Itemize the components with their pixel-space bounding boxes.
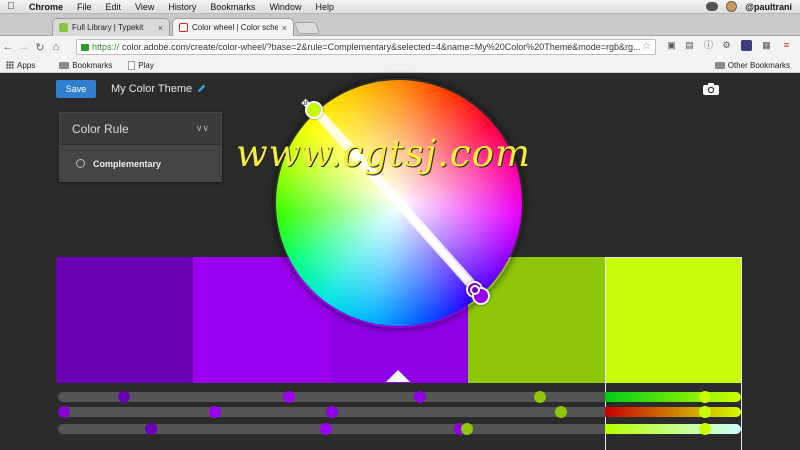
chevron-down-icon[interactable]: ∨∨ — [196, 123, 209, 134]
bookmarks-bar: Apps Bookmarks Play Other Bookmarks — [0, 58, 800, 73]
menu-file[interactable]: File — [70, 2, 99, 12]
menu-window[interactable]: Window — [262, 2, 308, 12]
menu-help[interactable]: Help — [308, 2, 341, 12]
bookmark-star-icon[interactable]: ☆ — [642, 41, 651, 52]
menu-app-chrome[interactable]: Chrome — [22, 2, 70, 12]
bookmark-label: Other Bookmarks — [727, 60, 790, 70]
tab-color-wheel[interactable]: Color wheel | Color schem × — [172, 18, 294, 36]
user-name[interactable]: @paultrani — [745, 2, 792, 12]
theme-name[interactable]: My Color Theme — [111, 83, 192, 95]
slider-knob[interactable] — [698, 391, 711, 403]
tab-close-icon[interactable]: × — [282, 23, 287, 33]
extension-icon[interactable]: ▤ — [684, 40, 695, 51]
bookmark-folder-bookmarks[interactable]: Bookmarks — [59, 61, 112, 70]
color-rule-header[interactable]: Color Rule ∨∨ — [60, 113, 221, 145]
selected-swatch-divider — [741, 383, 742, 450]
screen:  Chrome File Edit View History Bookmark… — [0, 0, 800, 450]
extension-window-icon[interactable]: ▦ — [761, 40, 772, 51]
color-swatch[interactable] — [605, 257, 742, 383]
watermark: www.cgtsj.com — [236, 132, 531, 175]
reload-icon[interactable]: ↻ — [32, 41, 48, 54]
menu-history[interactable]: History — [161, 2, 203, 12]
bookmark-label: Apps — [17, 60, 36, 70]
cast-icon[interactable]: ▣ — [666, 40, 677, 51]
folder-icon — [714, 61, 725, 69]
bookmark-play[interactable]: Play — [128, 60, 154, 70]
base-color-marker — [386, 370, 410, 382]
color-rule-panel: Color Rule ∨∨ Complementary — [59, 112, 222, 182]
menu-bookmarks[interactable]: Bookmarks — [203, 2, 262, 12]
forward-icon[interactable]: → — [16, 41, 32, 53]
creative-cloud-icon[interactable] — [706, 2, 719, 11]
bookmark-label: Play — [138, 60, 154, 70]
tab-strip: Full Library | Typekit × Color wheel | C… — [0, 14, 800, 36]
rule-option-label: Complementary — [93, 158, 162, 169]
lock-icon — [81, 43, 89, 51]
tab-close-icon[interactable]: × — [158, 23, 163, 33]
slider-knob[interactable] — [460, 423, 473, 435]
slider-knob[interactable] — [208, 406, 221, 418]
tab-title: Full Library | Typekit — [72, 23, 144, 32]
typekit-favicon-icon — [59, 23, 68, 32]
slider-knob[interactable] — [698, 423, 711, 435]
slider-knob[interactable] — [58, 406, 70, 418]
slider-gradient-fill — [605, 407, 741, 417]
apple-icon[interactable]:  — [0, 1, 22, 12]
url-text: color.adobe.com/create/color-wheel/?base… — [122, 42, 641, 52]
tab-title: Color wheel | Color schem — [192, 23, 278, 32]
color-swatch[interactable] — [56, 257, 193, 383]
address-bar[interactable]: https:// color.adobe.com/create/color-wh… — [76, 39, 656, 55]
avatar[interactable] — [726, 1, 738, 12]
folder-icon — [59, 61, 70, 69]
bookmark-apps[interactable]: Apps — [6, 61, 35, 70]
color-rule-title: Color Rule — [72, 121, 129, 136]
slider-knob[interactable] — [282, 391, 295, 403]
new-tab-button[interactable] — [293, 22, 321, 34]
wheel-handle[interactable] — [470, 285, 480, 295]
adobe-favicon-icon — [179, 23, 188, 32]
slider-knob[interactable] — [554, 406, 567, 418]
bookmark-label: Bookmarks — [72, 60, 113, 70]
menu-edit[interactable]: Edit — [99, 2, 129, 12]
url-scheme: https:// — [92, 42, 120, 52]
connector-line — [396, 200, 478, 292]
pencil-icon[interactable] — [196, 83, 207, 94]
browser-toolbar: ← → ↻ ⌂ https:// color.adobe.com/create/… — [0, 36, 800, 58]
page-icon — [128, 60, 136, 70]
slider-knob[interactable] — [698, 406, 711, 418]
camera-icon[interactable] — [702, 82, 720, 96]
bookmark-other[interactable]: Other Bookmarks — [714, 60, 790, 70]
slider-knob[interactable] — [413, 391, 426, 403]
info-icon[interactable]: ⓘ — [703, 40, 714, 51]
color-wheel[interactable] — [276, 80, 522, 326]
tab-typekit[interactable]: Full Library | Typekit × — [52, 18, 170, 36]
extension-dark-icon[interactable] — [741, 40, 752, 51]
slider-knob[interactable] — [319, 423, 332, 435]
rule-option-complementary[interactable]: Complementary — [60, 145, 221, 182]
radio-icon[interactable] — [76, 159, 85, 168]
mac-menu-bar:  Chrome File Edit View History Bookmark… — [0, 0, 800, 14]
slider-gradient-fill — [605, 424, 741, 434]
home-icon[interactable]: ⌂ — [48, 41, 64, 53]
apps-grid-icon — [6, 61, 14, 69]
slider-gradient-fill — [605, 392, 741, 402]
save-button[interactable]: Save — [56, 80, 96, 98]
back-icon[interactable]: ← — [0, 41, 16, 53]
move-cursor-icon: ✥ — [301, 98, 311, 110]
extension-gear-icon[interactable]: ⚙ — [721, 40, 732, 51]
menu-view[interactable]: View — [128, 2, 161, 12]
menu-hamburger-icon[interactable]: ≡ — [781, 40, 792, 51]
